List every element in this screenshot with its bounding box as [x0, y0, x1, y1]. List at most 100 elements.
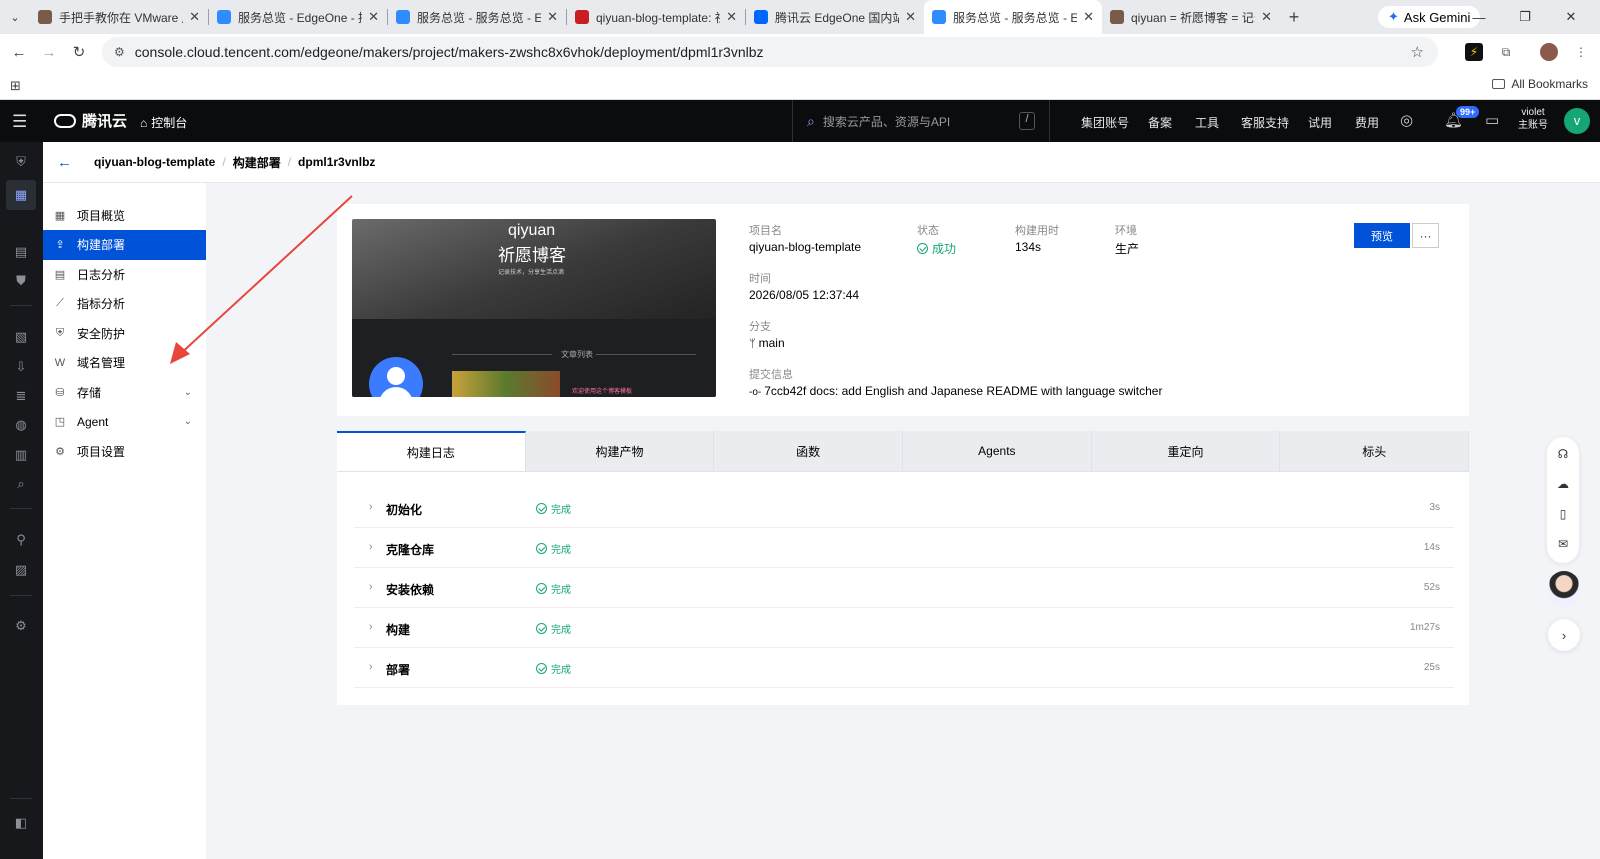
tab-search-chevron-icon[interactable]: ⌄	[0, 0, 30, 34]
build-step-row[interactable]: › 部署 完成 25s	[354, 648, 1454, 688]
content-tab[interactable]: 标头	[1280, 431, 1470, 471]
user-menu[interactable]: violet 主账号	[1518, 106, 1548, 132]
tab-close-icon[interactable]: ✕	[547, 9, 558, 25]
browser-tab[interactable]: qiyuan = 祈愿博客 = 记录 ✕	[1102, 0, 1280, 34]
headset-icon[interactable]: ☊	[1555, 446, 1571, 462]
collapse-sidebar-icon[interactable]: ◧	[12, 814, 30, 832]
content-tab[interactable]: 函数	[714, 431, 904, 471]
tab-close-icon[interactable]: ✕	[726, 9, 737, 25]
rules-icon[interactable]: ⚲	[12, 531, 30, 549]
settings-rail-icon[interactable]: ⚙	[12, 617, 30, 635]
sidenav-item[interactable]: ⛨ 安全防护	[43, 318, 206, 348]
chevron-right-icon[interactable]: ›	[369, 621, 373, 633]
menu-group-account[interactable]: 集团账号	[1081, 114, 1129, 131]
tab-close-icon[interactable]: ✕	[368, 9, 379, 25]
close-window-button[interactable]: ✕	[1548, 0, 1594, 34]
extension-icon[interactable]: ⚡	[1465, 43, 1483, 61]
build-step-row[interactable]: › 初始化 完成 3s	[354, 488, 1454, 528]
brand-logo[interactable]: 腾讯云	[54, 110, 127, 131]
back-arrow-icon[interactable]: ←	[57, 154, 72, 171]
chevron-right-icon[interactable]: ›	[369, 501, 373, 513]
search-rail-icon[interactable]: ⌕	[12, 475, 30, 493]
console-link[interactable]: ⌂ 控制台	[140, 114, 187, 131]
book-icon[interactable]: ▯	[1555, 506, 1571, 522]
url-bar[interactable]: ⚙ console.cloud.tencent.com/edgeone/make…	[102, 37, 1438, 67]
security-icon[interactable]: ⛊	[12, 272, 30, 290]
bookmark-star-icon[interactable]: ☆	[1411, 43, 1424, 61]
audit-icon[interactable]: ▨	[12, 561, 30, 579]
breadcrumb-deploy[interactable]: 构建部署	[233, 154, 281, 171]
content-tab[interactable]: 构建产物	[526, 431, 715, 471]
inbox-icon[interactable]: ▭	[1485, 111, 1499, 129]
list-icon[interactable]: ≣	[12, 387, 30, 405]
browser-tab[interactable]: 手把手教你在 VMware 虚拟 ✕	[30, 0, 208, 34]
site-preview-thumbnail[interactable]: qiyuan 祈愿博客 记录技术，分享生活点滴 文章列表 欢迎使用这个博客模板	[352, 219, 716, 397]
monitor-icon[interactable]: ▤	[12, 243, 30, 261]
back-arrow-icon[interactable]: ←	[4, 44, 34, 61]
global-search-input[interactable]: ⌕ 搜索云产品、资源与API /	[792, 100, 1050, 142]
site-info-icon[interactable]: ⚙	[114, 45, 125, 59]
build-step-row[interactable]: › 克隆仓库 完成 14s	[354, 528, 1454, 568]
preview-button[interactable]: 预览	[1354, 223, 1410, 248]
assistant-avatar[interactable]	[1548, 571, 1580, 607]
breadcrumb-project[interactable]: qiyuan-blog-template	[94, 155, 215, 169]
apps-grid-icon[interactable]: ⊞	[10, 78, 21, 94]
sidenav-item[interactable]: ⇪ 构建部署	[43, 229, 206, 260]
download-icon[interactable]: ⇩	[12, 358, 30, 376]
hamburger-menu-icon[interactable]: ☰	[12, 112, 27, 132]
browser-tab[interactable]: 服务总览 - EdgeOne - 控制 ✕	[209, 0, 387, 34]
sidenav-item[interactable]: ▦ 项目概览	[43, 200, 206, 230]
extensions-puzzle-icon[interactable]: ⧉	[1497, 43, 1515, 61]
browser-tab[interactable]: 腾讯云 EdgeOne 国内站 Cl ✕	[746, 0, 924, 34]
browser-tab[interactable]: 服务总览 - 服务总览 - Edg ✕	[388, 0, 566, 34]
sidenav-item[interactable]: ▤ 日志分析	[43, 259, 206, 289]
user-avatar[interactable]: v	[1564, 108, 1590, 134]
menu-trial[interactable]: 试用	[1308, 114, 1332, 131]
tab-close-icon[interactable]: ✕	[905, 9, 916, 25]
new-tab-button[interactable]: +	[1280, 7, 1308, 28]
more-actions-button[interactable]: ···	[1412, 223, 1439, 248]
reload-icon[interactable]: ↻	[64, 43, 94, 61]
profile-avatar[interactable]	[1540, 43, 1558, 61]
network-icon[interactable]: ◍	[12, 416, 30, 434]
sidenav-item[interactable]: ⛁ 存储 ⌄	[43, 377, 206, 407]
menu-billing[interactable]: 费用	[1355, 114, 1379, 131]
chevron-down-icon[interactable]: ⌄	[184, 387, 192, 398]
tab-close-icon[interactable]: ✕	[1261, 9, 1272, 25]
assistant-swirl-icon[interactable]: ◎	[1400, 111, 1413, 129]
content-tab[interactable]: 构建日志	[337, 431, 526, 471]
all-bookmarks-button[interactable]: All Bookmarks	[1492, 77, 1588, 91]
browser-menu-icon[interactable]: ⋮	[1572, 43, 1590, 61]
content-tab[interactable]: 重定向	[1092, 431, 1281, 471]
report-icon[interactable]: ▧	[12, 328, 30, 346]
sidenav-item[interactable]: ⟋ 指标分析	[43, 289, 206, 319]
restore-button[interactable]: ❐	[1502, 0, 1548, 34]
sidenav-item[interactable]: ◳ Agent ⌄	[43, 407, 206, 437]
minimize-button[interactable]: —	[1456, 0, 1502, 34]
menu-support[interactable]: 客服支持	[1241, 114, 1289, 131]
feedback-icon[interactable]: ✉	[1555, 536, 1571, 552]
tab-close-icon[interactable]: ✕	[189, 9, 200, 25]
dashboard-grid-icon[interactable]: ▦	[6, 180, 36, 210]
sidenav-item[interactable]: ⚙ 项目设置	[43, 436, 206, 466]
chevron-right-icon[interactable]: ›	[369, 541, 373, 553]
chevron-right-icon[interactable]: ›	[369, 581, 373, 593]
build-step-row[interactable]: › 构建 完成 1m27s	[354, 608, 1454, 648]
thumb-site-title: qiyuan	[508, 222, 556, 239]
cloud-upload-icon[interactable]: ☁	[1555, 476, 1571, 492]
forward-arrow-icon[interactable]: →	[34, 44, 64, 61]
build-step-row[interactable]: › 安装依赖 完成 52s	[354, 568, 1454, 608]
content-tab[interactable]: Agents	[903, 431, 1092, 471]
edgeone-shield-icon[interactable]: ⛨	[12, 153, 30, 171]
chevron-down-icon[interactable]: ⌄	[184, 416, 192, 427]
menu-tools[interactable]: 工具	[1195, 114, 1219, 131]
logs-icon[interactable]: ▥	[12, 446, 30, 464]
chevron-right-icon[interactable]: ›	[1548, 619, 1580, 651]
browser-tab[interactable]: 服务总览 - 服务总览 - Edg ✕	[924, 0, 1102, 34]
chevron-right-icon[interactable]: ›	[369, 661, 373, 673]
sidenav-item[interactable]: W 域名管理	[43, 348, 206, 378]
browser-tab[interactable]: qiyuan-blog-template: 祈 ✕	[567, 0, 745, 34]
url-text[interactable]: console.cloud.tencent.com/edgeone/makers…	[135, 44, 764, 60]
tab-close-icon[interactable]: ✕	[1083, 9, 1094, 25]
menu-filing[interactable]: 备案	[1148, 114, 1172, 131]
